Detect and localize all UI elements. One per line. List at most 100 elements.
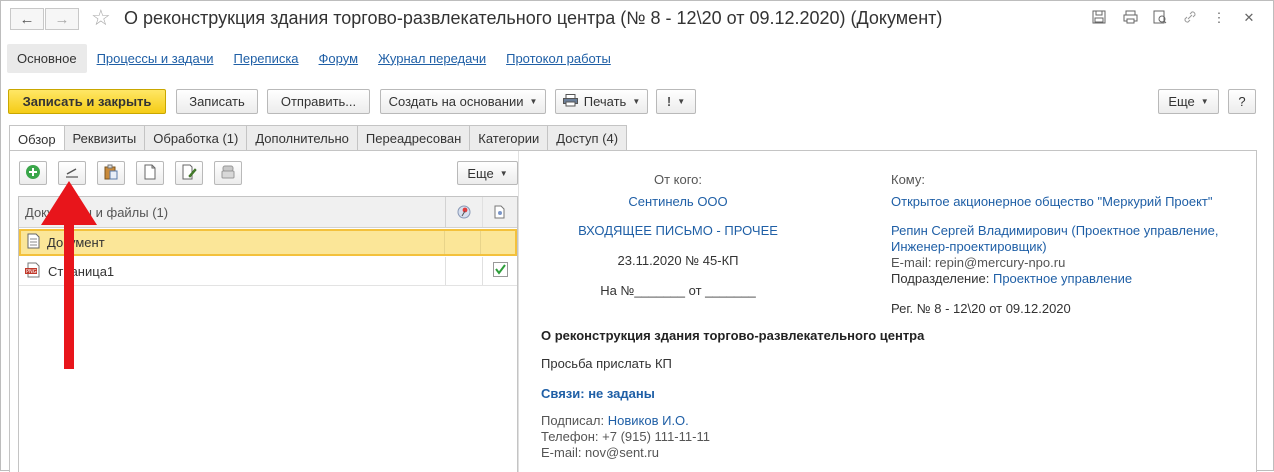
to-organization-link[interactable]: Открытое акционерное общество "Меркурий …	[891, 194, 1213, 209]
pane-divider	[518, 151, 519, 472]
row-name-cell: PNG Страница1	[19, 257, 446, 285]
files-more-button[interactable]: Еще ▼	[457, 161, 518, 185]
scanner-icon	[220, 164, 236, 183]
document-type[interactable]: ВХОДЯЩЕЕ ПИСЬМО - ПРОЧЕЕ	[578, 223, 778, 238]
blank-page-icon	[143, 164, 157, 183]
from-label: От кого:	[653, 172, 703, 187]
section-forum[interactable]: Форум	[319, 51, 359, 66]
edit-page-icon	[181, 164, 197, 183]
print-label: Печать	[583, 94, 627, 109]
favorite-star-icon[interactable]: ☆	[91, 5, 111, 31]
section-processes[interactable]: Процессы и задачи	[97, 51, 214, 66]
tab-bar: Обзор Реквизиты Обработка (1) Дополнител…	[9, 125, 628, 152]
to-person-link-line1[interactable]: Репин Сергей Владимирович (Проектное упр…	[891, 223, 1218, 238]
department-link[interactable]: Проектное управление	[993, 271, 1132, 286]
files-more-label: Еще	[467, 165, 494, 181]
back-button[interactable]: ←	[10, 8, 44, 30]
signed-label: Подписал:	[541, 413, 605, 428]
more-label: Еще	[1168, 94, 1195, 109]
tab-access[interactable]: Доступ (4)	[547, 125, 628, 151]
chevron-down-icon: ▼	[1200, 97, 1209, 106]
more-vertical-icon[interactable]: ⋮	[1211, 10, 1227, 26]
tab-requisites[interactable]: Реквизиты	[63, 125, 146, 151]
section-nav: Основное Процессы и задачи Переписка Фор…	[7, 43, 621, 73]
registration-number: Рег. № 8 - 12\20 от 09.12.2020	[891, 301, 1071, 316]
clipboard-icon	[103, 164, 119, 183]
file-name: Страница1	[48, 263, 115, 279]
tab-categories[interactable]: Категории	[469, 125, 549, 151]
chevron-down-icon: ▼	[529, 97, 538, 106]
list-item[interactable]: Документ	[19, 229, 517, 256]
file-name: Документ	[47, 235, 105, 250]
printer-icon	[562, 93, 578, 110]
chevron-down-icon: ▼	[499, 168, 508, 178]
save-disk-icon[interactable]	[1091, 10, 1107, 26]
close-icon[interactable]: ✕	[1241, 10, 1257, 26]
edit-file-button[interactable]	[175, 161, 203, 185]
create-based-button[interactable]: Создать на основании ▼	[380, 89, 546, 114]
send-button[interactable]: Отправить...	[267, 89, 370, 114]
to-label: Кому:	[891, 172, 925, 187]
document-subject: О реконструкция здания торгово-развлекат…	[541, 328, 925, 343]
to-email: E-mail: repin@mercury-npo.ru	[891, 255, 1066, 270]
exclamation-icon: !	[666, 94, 672, 109]
window-title: О реконструкция здания торгово-развлекат…	[124, 8, 943, 28]
list-item[interactable]: PNG Страница1	[19, 257, 517, 286]
printer-icon[interactable]	[1122, 10, 1138, 26]
svg-text:PNG: PNG	[26, 269, 37, 275]
chevron-down-icon: ▼	[632, 97, 641, 106]
signature-icon	[64, 165, 80, 182]
file-column-icon[interactable]	[483, 197, 517, 227]
document-icon	[27, 233, 40, 252]
title-bar: ← → ☆ О реконструкция здания торгово-раз…	[1, 1, 1273, 37]
to-person-link-line2[interactable]: Инженер-проектировщик)	[891, 239, 1047, 254]
pin-column-icon[interactable]	[446, 197, 483, 227]
save-button[interactable]: Записать	[176, 89, 258, 114]
importance-button[interactable]: ! ▼	[656, 89, 696, 114]
department-label: Подразделение:	[891, 271, 990, 286]
row-pin-cell	[446, 257, 483, 285]
row-check-cell	[483, 257, 517, 285]
document-window: ← → ☆ О реконструкция здания торгово-раз…	[0, 0, 1274, 472]
new-file-button[interactable]	[136, 161, 164, 185]
plus-circle-icon	[25, 164, 41, 183]
create-based-label: Создать на основании	[388, 94, 524, 109]
row-check-cell	[481, 231, 515, 254]
checkmark-icon[interactable]	[492, 262, 508, 280]
signer-phone: Телефон: +7 (915) 111-11-11	[541, 429, 710, 444]
section-correspondence[interactable]: Переписка	[234, 51, 299, 66]
red-arrow-shaft	[64, 219, 74, 369]
row-pin-cell	[445, 231, 482, 254]
tab-processing[interactable]: Обработка (1)	[144, 125, 248, 151]
link-icon[interactable]	[1182, 10, 1198, 26]
files-grid: Документы и файлы (1) Документ PNG Стран…	[18, 196, 518, 472]
from-value-link[interactable]: Сентинель ООО	[628, 194, 727, 209]
tab-additional[interactable]: Дополнительно	[246, 125, 358, 151]
signed-row: Подписал: Новиков И.О.	[541, 413, 689, 428]
section-work-log[interactable]: Протокол работы	[506, 51, 611, 66]
scan-button[interactable]	[214, 161, 242, 185]
reply-to-number: На №_______ от _______	[600, 283, 756, 298]
signed-by-link[interactable]: Новиков И.О.	[608, 413, 689, 428]
arrow-left-icon: ←	[19, 10, 35, 28]
signer-email: E-mail: nov@sent.ru	[541, 445, 659, 460]
tab-overview[interactable]: Обзор	[9, 125, 65, 152]
print-button[interactable]: Печать ▼	[555, 89, 648, 114]
document-body: Просьба прислать КП	[541, 356, 672, 371]
section-main[interactable]: Основное	[7, 43, 87, 73]
chevron-down-icon: ▼	[677, 97, 686, 106]
section-transfer-log[interactable]: Журнал передачи	[378, 51, 486, 66]
png-file-icon: PNG	[25, 262, 41, 281]
paste-file-button[interactable]	[97, 161, 125, 185]
save-close-button[interactable]: Записать и закрыть	[8, 89, 166, 114]
preview-icon[interactable]	[1152, 10, 1168, 26]
row-name-cell: Документ	[21, 231, 445, 254]
arrow-right-icon: →	[54, 10, 70, 28]
tab-redirected[interactable]: Переадресован	[356, 125, 471, 151]
incoming-date-number: 23.11.2020 № 45-КП	[617, 253, 739, 268]
department-row: Подразделение: Проектное управление	[891, 271, 1132, 286]
more-button[interactable]: Еще ▼	[1158, 89, 1219, 114]
forward-button[interactable]: →	[45, 8, 79, 30]
help-button[interactable]: ?	[1228, 89, 1256, 114]
relations-link[interactable]: Связи: не заданы	[541, 386, 655, 401]
